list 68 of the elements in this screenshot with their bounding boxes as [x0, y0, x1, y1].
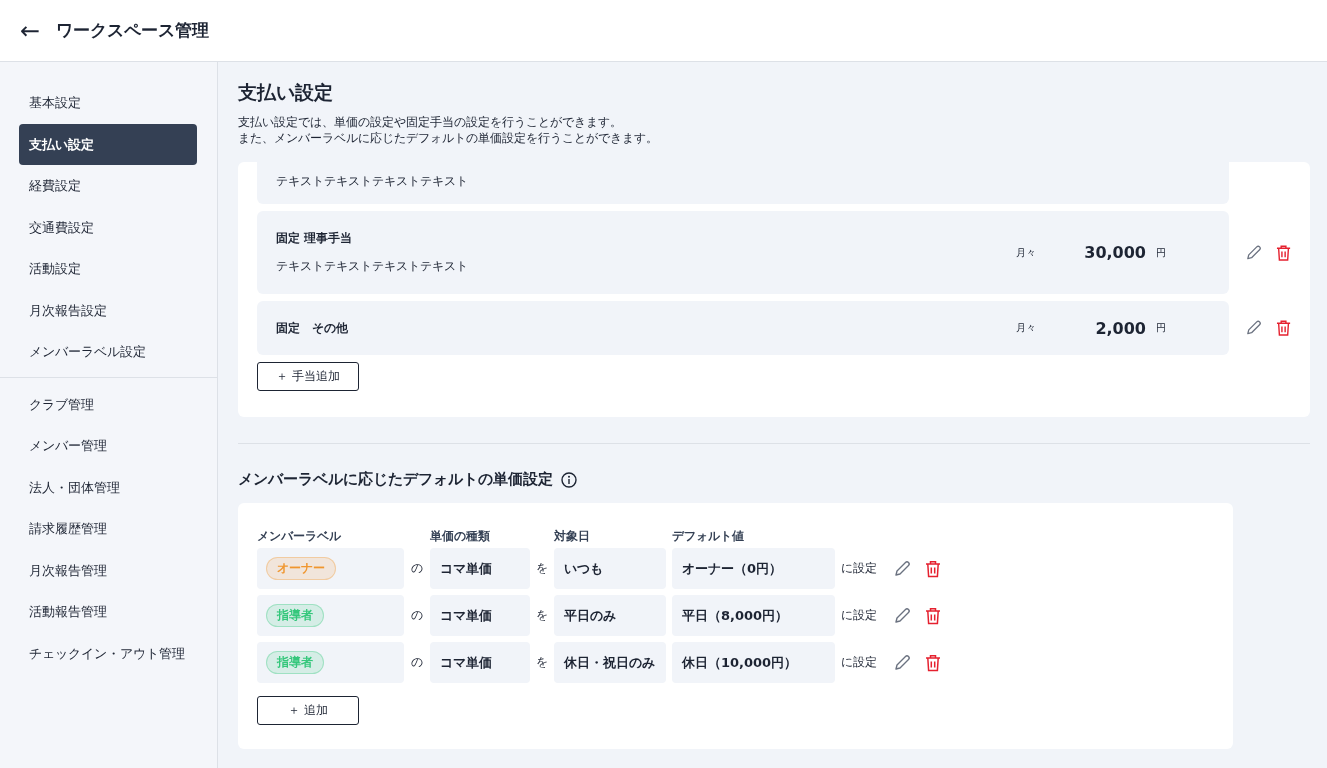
back-button[interactable]: ←: [20, 18, 41, 43]
allowance-name: 固定 理事手当: [276, 231, 353, 246]
column-header: 単価の種類: [430, 529, 491, 544]
amount-text: 2,000: [1094, 318, 1146, 338]
sidebar-item[interactable]: メンバーラベル設定: [19, 331, 197, 373]
particle-text: の: [410, 561, 424, 576]
period-text: 月々: [1016, 321, 1037, 335]
target-day-field[interactable]: 休日・祝日のみ: [554, 642, 666, 683]
add-button[interactable]: ＋ 追加: [257, 696, 359, 725]
add-allowance-button[interactable]: ＋ 手当追加: [257, 362, 359, 391]
allowance-description: テキストテキストテキストテキスト: [276, 259, 469, 274]
sidebar-item[interactable]: 支払い設定: [19, 123, 197, 165]
default-value-field[interactable]: 平日（8,000円）: [672, 595, 835, 636]
suffix-text: に設定: [840, 608, 878, 623]
trash-icon[interactable]: [925, 606, 941, 625]
sidebar-item[interactable]: クラブ管理: [19, 383, 197, 425]
member-tag: 指導者: [266, 604, 324, 627]
trash-icon[interactable]: [1275, 319, 1291, 337]
section-title: 支払い設定: [238, 80, 334, 105]
price-type-field[interactable]: コマ単価: [430, 548, 530, 589]
sidebar-item[interactable]: 月次報告設定: [19, 289, 197, 331]
allowance-name: 固定 その他: [276, 320, 349, 336]
info-icon[interactable]: [561, 471, 577, 488]
sidebar-item[interactable]: 活動報告管理: [19, 591, 197, 633]
sidebar-item[interactable]: 月次報告管理: [19, 549, 197, 591]
amount-text: 30,000: [1083, 243, 1146, 262]
page-title: ワークスペース管理: [56, 19, 210, 42]
trash-icon[interactable]: [1275, 243, 1291, 262]
currency-text: 円: [1156, 321, 1167, 335]
trash-icon[interactable]: [925, 653, 941, 672]
particle-text: を: [535, 655, 549, 670]
default-value-field[interactable]: オーナー（0円）: [672, 548, 835, 589]
column-header: デフォルト値: [672, 529, 745, 544]
description-text: 支払い設定では、単価の設定や固定手当の設定を行うことができます。: [238, 114, 623, 130]
suffix-text: に設定: [840, 561, 878, 576]
column-header: 対象日: [554, 529, 591, 544]
sidebar-item[interactable]: メンバー管理: [19, 425, 197, 467]
pencil-icon[interactable]: [893, 653, 911, 672]
period-text: 月々: [1016, 245, 1037, 260]
sidebar-item[interactable]: 交通費設定: [19, 206, 197, 248]
default-value-field[interactable]: 休日（10,000円）: [672, 642, 835, 683]
sidebar-item[interactable]: 法人・団体管理: [19, 466, 197, 508]
column-header: メンバーラベル: [257, 529, 342, 544]
particle-text: の: [410, 655, 424, 670]
particle-text: を: [535, 608, 549, 623]
allowance-description: テキストテキストテキストテキスト: [276, 173, 469, 189]
pencil-icon[interactable]: [893, 606, 911, 625]
target-day-field[interactable]: 平日のみ: [554, 595, 666, 636]
pencil-icon[interactable]: [1245, 319, 1262, 337]
trash-icon[interactable]: [925, 559, 941, 578]
description-text: また、メンバーラベルに応じたデフォルトの単価設定を行うことができます。: [238, 130, 659, 146]
price-type-field[interactable]: コマ単価: [430, 642, 530, 683]
currency-text: 円: [1156, 245, 1167, 260]
suffix-text: に設定: [840, 655, 878, 670]
particle-text: の: [410, 608, 424, 623]
price-type-field[interactable]: コマ単価: [430, 595, 530, 636]
particle-text: を: [535, 561, 549, 576]
pencil-icon[interactable]: [1245, 243, 1262, 262]
pencil-icon[interactable]: [893, 559, 911, 578]
sidebar-item[interactable]: 請求履歴管理: [19, 508, 197, 550]
sidebar-item[interactable]: 基本設定: [19, 82, 197, 124]
target-day-field[interactable]: いつも: [554, 548, 666, 589]
sidebar-item[interactable]: 活動設定: [19, 248, 197, 290]
member-tag: オーナー: [266, 557, 336, 580]
sidebar-item[interactable]: 経費設定: [19, 165, 197, 207]
sidebar-item[interactable]: チェックイン・アウト管理: [19, 632, 197, 674]
section-heading: メンバーラベルに応じたデフォルトの単価設定: [238, 470, 553, 489]
member-tag: 指導者: [266, 651, 324, 674]
